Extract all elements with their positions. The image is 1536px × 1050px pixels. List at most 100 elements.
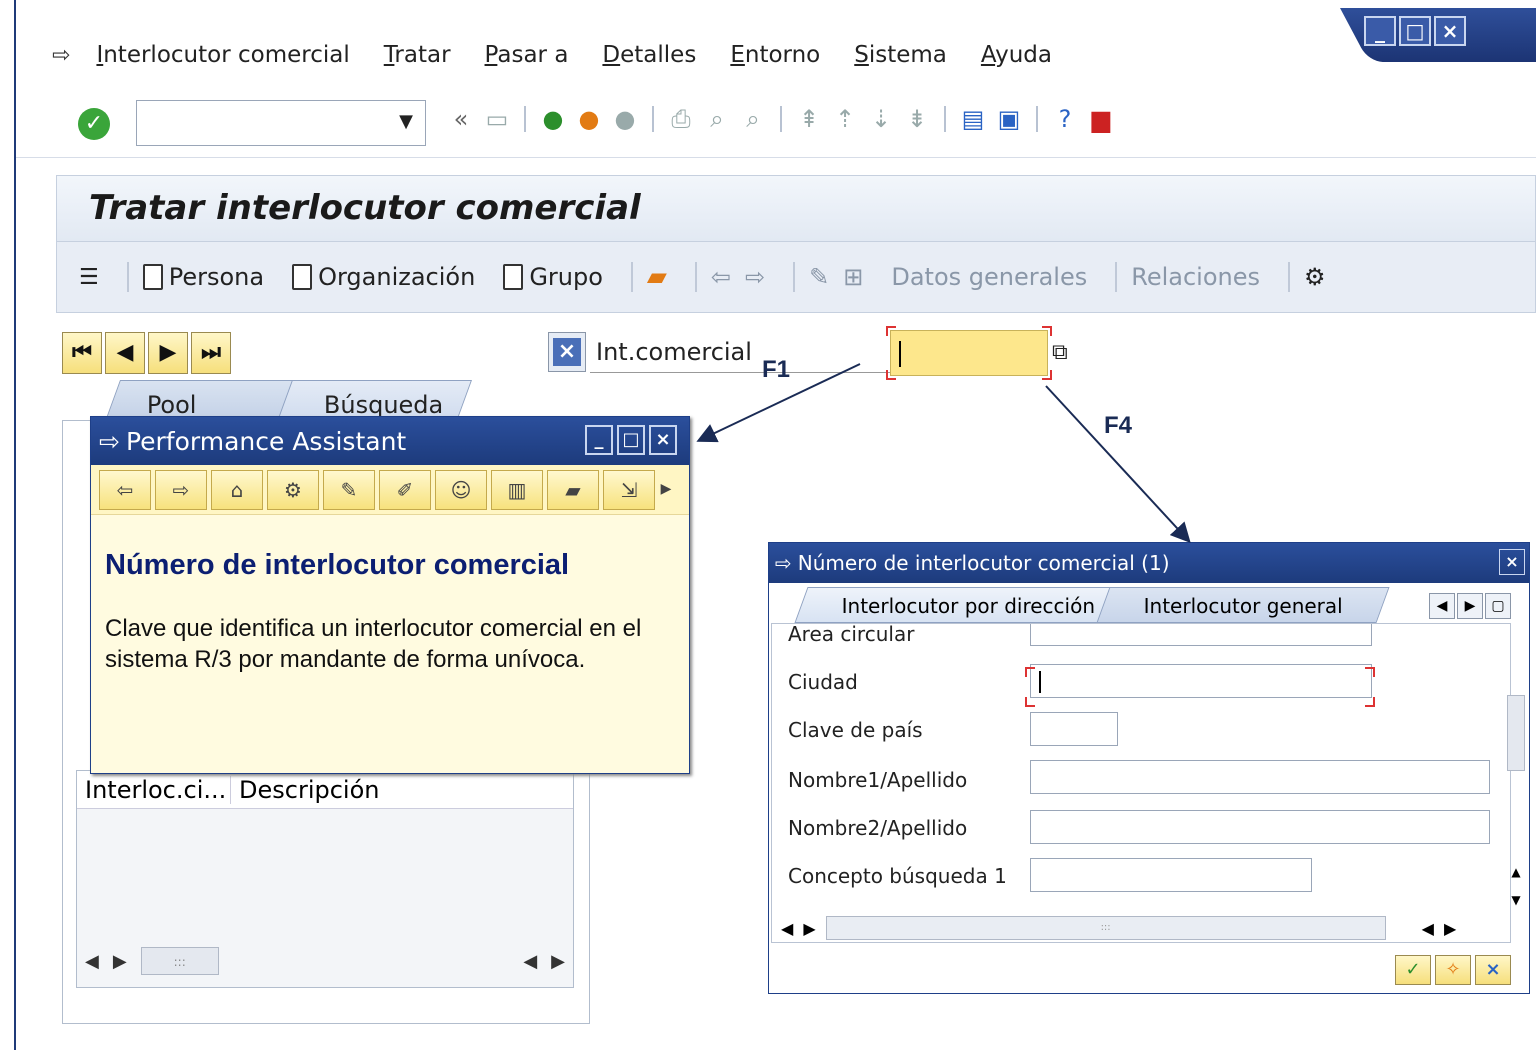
scroll-left-icon[interactable]: ◀ [781,919,793,938]
dialog-caption: ⇨ Número de interlocutor comercial (1) × [769,543,1529,583]
first-record-icon[interactable]: ⏮ [62,332,102,374]
next-page-icon[interactable]: ⇣ [866,104,896,134]
technical-info-icon[interactable]: ⚙ [267,469,319,510]
scroll-thumb[interactable]: ::: [140,947,219,975]
switch-mode-button[interactable]: ✎ [809,263,829,291]
scroll-right-icon[interactable]: ▶ [113,951,127,972]
close-icon[interactable]: × [1499,549,1525,575]
application-help-icon[interactable]: ⌂ [211,469,263,510]
forward-arrow-button[interactable]: ⇨ [745,263,765,291]
horizontal-scrollbar[interactable]: ◀ ▶ ::: ◀ ▶ [771,913,1511,943]
customize-layout-icon[interactable]: ▆ [1086,104,1116,134]
worklist-toggle-button[interactable]: ☰ [79,265,99,290]
edit-icon[interactable]: ✎ [323,469,375,510]
last-page-icon[interactable]: ⇟ [902,104,932,134]
forward-icon[interactable]: ⇨ [155,469,207,510]
horizontal-scrollbar[interactable]: ◀ ▶ ::: ◀ ▶ [85,943,565,979]
menu-icon[interactable]: ⇨ [52,43,70,68]
previous-page-icon[interactable]: ⇡ [830,104,860,134]
scroll-right-icon[interactable]: ▶ [1444,919,1456,938]
datos-generales-button[interactable]: Datos generales [891,263,1087,291]
tab-interlocutor-direccion[interactable]: Interlocutor por dirección [794,587,1128,623]
tab-interlocutor-general[interactable]: Interlocutor general [1096,587,1390,623]
hierarchy-button[interactable]: ⊞ [843,263,863,291]
collapse-icon[interactable]: « [446,104,476,134]
open-folder-button[interactable]: ▰ [647,262,667,292]
cancel-icon[interactable]: ● [610,104,640,134]
next-record-icon[interactable]: ▶ [148,332,188,374]
cancel-icon[interactable]: × [1475,955,1511,985]
window-menu-icon[interactable]: ⇨ [99,427,120,456]
menu-tratar[interactable]: Tratar [384,42,451,68]
exit-icon[interactable]: ● [574,104,604,134]
scroll-right-icon[interactable]: ▶ [551,951,565,972]
new-session-icon[interactable]: ▤ [958,104,988,134]
confirm-icon[interactable]: ✓ [1395,955,1431,985]
glossary-icon[interactable]: ▥ [491,469,543,510]
scroll-left-icon[interactable]: ◀ [1422,919,1434,938]
clave-pais-input[interactable] [1030,712,1118,746]
find-icon[interactable]: ⌕ [702,104,732,134]
scroll-right-icon[interactable]: ▶ [803,919,815,938]
tab-left-icon[interactable]: ◀ [1429,593,1455,619]
scroll-down-icon[interactable]: ▼ [1511,893,1520,907]
back-icon[interactable]: ⇦ [99,469,151,510]
first-page-icon[interactable]: ⇞ [794,104,824,134]
tab-right-icon[interactable]: ▶ [1457,593,1483,619]
bp-number-input[interactable] [890,330,1048,376]
minimize-icon[interactable]: _ [1364,16,1396,46]
vertical-scrollbar[interactable]: ▲ ▼ [1505,625,1527,915]
persona-button[interactable]: Persona [142,263,264,291]
export-icon[interactable]: ⇲ [603,469,655,510]
find-next-icon[interactable]: ⌕ [738,104,768,134]
additional-docs-icon[interactable]: ✐ [379,469,431,510]
previous-record-icon[interactable]: ◀ [105,332,145,374]
help-icon[interactable]: ? [1050,104,1080,134]
copy-icon[interactable]: ⧉ [1052,340,1078,366]
relaciones-button[interactable]: Relaciones [1131,263,1260,291]
maximize-icon[interactable]: □ [1399,16,1431,46]
scroll-up-icon[interactable]: ▲ [1511,865,1520,879]
dock-icon[interactable]: ▰ [547,469,599,510]
close-field-button[interactable]: × [548,332,586,372]
shortcut-icon[interactable]: ▣ [994,104,1024,134]
scroll-left-icon[interactable]: ◀ [85,951,99,972]
tools-button[interactable]: ⚙ [1304,263,1326,291]
back-arrow-button[interactable]: ⇦ [711,263,731,291]
menu-pasar-a[interactable]: Pasar a [485,42,569,68]
enter-icon[interactable]: ✓ [78,108,110,140]
organizacion-button[interactable]: Organización [292,263,475,291]
column-header[interactable]: Descripción [231,776,379,804]
column-header[interactable]: Interloc.ci... [77,775,231,804]
save-icon[interactable]: ▭ [482,104,512,134]
bp-field-label: Int.comercial [596,338,752,366]
scroll-left-icon[interactable]: ◀ [523,951,537,972]
print-icon[interactable]: ⎙ [666,104,696,134]
maximize-icon[interactable]: □ [617,425,645,455]
menu-detalles[interactable]: Detalles [602,42,696,68]
command-field[interactable]: ▼ [136,100,426,146]
nombre1-input[interactable] [1030,760,1490,794]
menu-entorno[interactable]: Entorno [730,42,820,68]
window-menu-icon[interactable]: ⇨ [775,551,792,575]
search-options-icon[interactable]: ✧ [1435,955,1471,985]
area-circular-input[interactable] [1030,624,1372,646]
nombre2-input[interactable] [1030,810,1490,844]
menu-sistema[interactable]: Sistema [854,42,947,68]
scroll-thumb[interactable] [1507,695,1525,771]
minimize-icon[interactable]: _ [585,425,613,455]
concepto-busqueda-input[interactable] [1030,858,1312,892]
grupo-button[interactable]: Grupo [503,263,603,291]
close-icon[interactable]: × [1434,16,1466,46]
scroll-thumb[interactable]: ::: [825,916,1386,940]
more-icon[interactable]: ▶ [659,470,673,510]
close-icon[interactable]: × [649,425,677,455]
user-icon[interactable]: ☺ [435,469,487,510]
ciudad-input[interactable] [1030,664,1372,698]
dropdown-icon[interactable]: ▼ [399,111,413,132]
last-record-icon[interactable]: ⏭ [191,332,231,374]
menu-interlocutor[interactable]: Interlocutor comercial [96,42,349,68]
tab-list-icon[interactable]: ▢ [1485,593,1511,619]
menu-ayuda[interactable]: Ayuda [981,42,1052,68]
back-icon[interactable]: ● [538,104,568,134]
